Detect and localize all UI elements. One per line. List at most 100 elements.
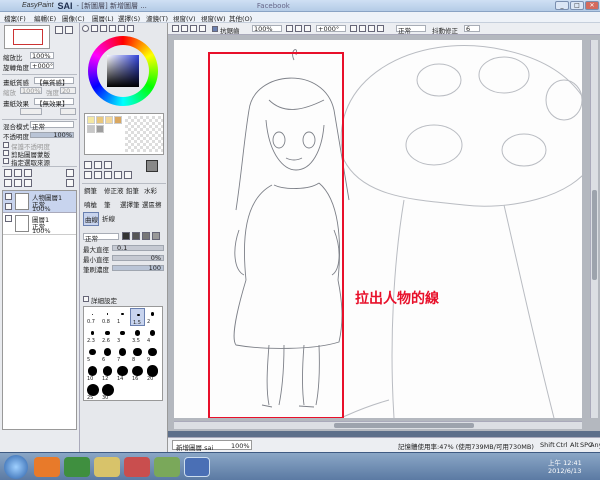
undo-icon[interactable] xyxy=(172,25,179,32)
document-tab[interactable]: 新增圖層.sai 100% xyxy=(172,440,252,452)
menu-other[interactable]: 其他(O) xyxy=(229,13,252,23)
brush-shape-icon[interactable] xyxy=(142,232,150,240)
color-wheel-tab-icon[interactable] xyxy=(82,25,89,32)
redo-icon[interactable] xyxy=(181,25,188,32)
firefox-taskbar-icon[interactable] xyxy=(34,457,60,477)
start-button[interactable] xyxy=(4,455,28,479)
transfer-down-icon[interactable] xyxy=(4,179,12,187)
menu-image[interactable]: 圖像(C) xyxy=(62,13,85,23)
selection-source-checkbox[interactable] xyxy=(3,158,9,164)
clock-date[interactable]: 2012/6/13 xyxy=(548,467,581,475)
clear-layer-icon[interactable] xyxy=(66,179,74,187)
brush-size-cell[interactable]: 25 xyxy=(85,384,100,402)
zoom-select[interactable]: 100% xyxy=(254,25,273,33)
drawing-canvas[interactable]: 拉出人物的線 xyxy=(174,40,582,418)
swatch[interactable] xyxy=(105,116,113,124)
effect-intensity[interactable] xyxy=(60,108,76,115)
close-button[interactable]: ✕ xyxy=(585,1,599,10)
vertical-scrollbar[interactable] xyxy=(590,40,598,418)
magic-wand-icon[interactable] xyxy=(104,161,112,169)
brush-size-cell[interactable]: 14 xyxy=(115,365,130,383)
brush-shape-icon[interactable] xyxy=(152,232,160,240)
merge-visible-icon[interactable] xyxy=(24,179,32,187)
scale-value[interactable]: 100% xyxy=(22,87,41,95)
menu-edit[interactable]: 編輯(E) xyxy=(34,13,56,23)
tool-tab[interactable]: 修正液 xyxy=(104,185,124,195)
brush-size-cell[interactable]: 2.6 xyxy=(100,327,115,345)
brush-size-cell[interactable]: 16 xyxy=(130,365,145,383)
brush-shape-icon[interactable] xyxy=(122,232,130,240)
new-linework-icon[interactable] xyxy=(14,169,22,177)
detail-settings-checkbox[interactable] xyxy=(83,296,89,302)
brush-size-cell[interactable]: 20 xyxy=(145,365,160,383)
menu-layer[interactable]: 圖層(L) xyxy=(92,13,114,23)
swatches-tab-icon[interactable] xyxy=(118,25,125,32)
rotate-left-icon[interactable] xyxy=(350,25,357,32)
brush-size-cell[interactable]: 2 xyxy=(145,308,160,326)
media-taskbar-icon[interactable] xyxy=(124,457,150,477)
scratchpad-tab-icon[interactable] xyxy=(127,25,134,32)
protect-opacity-checkbox[interactable] xyxy=(3,142,9,148)
paper-texture-select[interactable]: 【無質感】 xyxy=(36,77,69,87)
color-wheel[interactable] xyxy=(88,36,158,106)
tool-button[interactable]: 選擇筆 xyxy=(120,199,140,209)
swatch-palette[interactable] xyxy=(84,113,164,155)
sai-taskbar-icon[interactable] xyxy=(184,457,210,477)
new-layer-icon[interactable] xyxy=(4,169,12,177)
opacity-slider[interactable]: 100% xyxy=(30,131,74,139)
rgb-tab-icon[interactable] xyxy=(91,25,98,32)
menu-view[interactable]: 視窗(V) xyxy=(173,13,196,23)
eye-icon[interactable] xyxy=(5,193,12,200)
eye-icon[interactable] xyxy=(5,215,12,222)
brush-size-cell[interactable]: 9 xyxy=(145,346,160,364)
rotate-reset-icon[interactable] xyxy=(368,25,375,32)
brush-size-cell[interactable]: 1.5 xyxy=(130,308,145,326)
navigator-preview[interactable] xyxy=(4,25,50,49)
min-diameter-slider[interactable]: 0% xyxy=(112,254,164,262)
rotate-tool-icon[interactable] xyxy=(104,171,112,179)
density-slider[interactable]: 100 xyxy=(112,264,164,272)
intensity-value[interactable]: 20 xyxy=(62,87,70,95)
brush-size-cell[interactable]: 0.8 xyxy=(100,308,115,326)
brush-size-cell[interactable]: 10 xyxy=(85,365,100,383)
blend-select[interactable]: 正常 xyxy=(398,25,411,35)
menu-file[interactable]: 檔案(F) xyxy=(4,13,26,23)
lasso-tool-icon[interactable] xyxy=(94,161,102,169)
brush-size-cell[interactable]: 1 xyxy=(115,308,130,326)
horizontal-scrollbar[interactable] xyxy=(174,421,582,429)
swatch[interactable] xyxy=(96,116,104,124)
paper-effect-select[interactable]: 【無效果】 xyxy=(36,98,69,108)
clock-time[interactable]: 上午 12:41 xyxy=(548,457,582,467)
new-folder-icon[interactable] xyxy=(24,169,32,177)
color-square[interactable] xyxy=(107,55,139,87)
tool-tab[interactable]: 鋼筆 xyxy=(84,185,97,195)
brush-size-cell[interactable]: 30 xyxy=(100,384,115,402)
brush-mode-select[interactable]: 正常 xyxy=(85,233,98,243)
tool-tab[interactable]: 鉛筆 xyxy=(126,185,139,195)
swatch[interactable] xyxy=(96,125,104,133)
zoom-in-icon[interactable] xyxy=(55,26,63,34)
chrome-taskbar-icon[interactable] xyxy=(64,457,90,477)
menu-window[interactable]: 視窗(W) xyxy=(201,13,226,23)
browser-tab[interactable]: Facebook xyxy=(257,2,290,10)
brush-size-cell[interactable]: 4 xyxy=(145,327,160,345)
zoom-out-icon[interactable] xyxy=(295,25,302,32)
hsv-tab-icon[interactable] xyxy=(100,25,107,32)
eyedropper-icon[interactable] xyxy=(124,171,132,179)
invert-icon[interactable] xyxy=(199,25,206,32)
tool-button[interactable]: 選區擦 xyxy=(142,199,162,209)
clipping-checkbox[interactable] xyxy=(3,150,9,156)
vertical-scroll-thumb[interactable] xyxy=(592,190,597,280)
layer-row[interactable]: 圖層1 正常 100% xyxy=(3,213,76,235)
brush-size-cell[interactable]: 8 xyxy=(130,346,145,364)
antialias-checkbox[interactable] xyxy=(212,26,218,32)
angle-value[interactable]: +000° xyxy=(32,62,53,70)
stabilizer-select[interactable]: 6 xyxy=(466,25,470,33)
swatch[interactable] xyxy=(87,116,95,124)
layer-row[interactable]: 人物圖層1 正常 100% xyxy=(3,191,76,213)
brush-size-cell[interactable]: 7 xyxy=(115,346,130,364)
maximize-button[interactable]: □ xyxy=(570,1,584,10)
select-tool-icon[interactable] xyxy=(84,161,92,169)
flip-icon[interactable] xyxy=(377,25,384,32)
swatch[interactable] xyxy=(114,116,122,124)
